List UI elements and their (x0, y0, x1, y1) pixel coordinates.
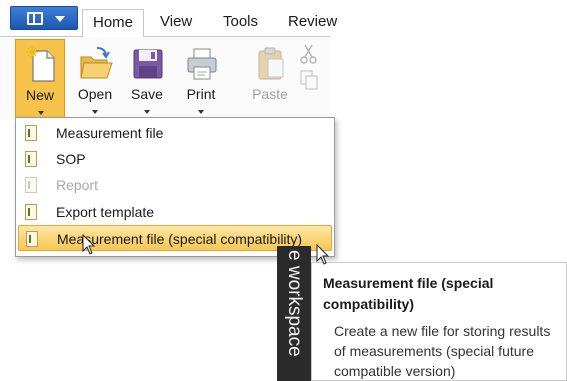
tooltip-title: Measurement file (special compatibility) (323, 275, 494, 312)
tab-tools[interactable]: Tools (213, 9, 268, 37)
menu-item-report[interactable]: Report (18, 172, 332, 198)
measurement-file-icon (25, 125, 37, 141)
tab-view[interactable]: View (150, 9, 202, 37)
measurement-file-icon (26, 231, 38, 247)
copy-icon[interactable] (298, 69, 320, 91)
mouse-pointer-icon (82, 234, 96, 255)
paste-button-label: Paste (252, 86, 288, 102)
open-folder-icon (80, 47, 113, 79)
new-button[interactable]: New (15, 39, 65, 119)
cut-icon[interactable] (298, 43, 320, 65)
open-button[interactable]: Open (70, 39, 120, 119)
save-button[interactable]: Save (122, 39, 172, 119)
menu-item-tooltip: Measurement file (special compatibility)… (311, 262, 567, 381)
new-document-icon (26, 46, 55, 82)
mouse-pointer-icon (316, 244, 330, 265)
menu-item-label: SOP (56, 151, 86, 167)
print-button[interactable]: Print (176, 39, 226, 119)
tab-home[interactable]: Home (82, 9, 145, 37)
paste-button[interactable]: Paste (245, 39, 295, 119)
save-button-label: Save (131, 86, 163, 102)
dropdown-arrow-icon (198, 110, 204, 114)
report-file-icon (25, 177, 37, 193)
ribbon-home-panel: New Open Save Print Paste (0, 36, 330, 120)
workspace-label: e workspace (284, 250, 305, 357)
floppy-disk-icon (133, 49, 163, 79)
dropdown-arrow-icon (92, 110, 98, 114)
chevron-down-icon (55, 16, 65, 22)
menu-item-sop[interactable]: SOP (18, 146, 332, 172)
print-button-label: Print (186, 86, 216, 102)
new-dropdown-menu: Measurement file SOP Report Export templ… (15, 117, 335, 257)
clipboard-paste-icon (258, 47, 284, 80)
application-menu-button[interactable] (10, 6, 78, 30)
printer-icon (187, 48, 217, 80)
menu-item-label: Report (56, 177, 99, 193)
application-menu-icon (27, 12, 43, 25)
new-button-label: New (25, 87, 54, 103)
menu-item-measurement-file[interactable]: Measurement file (18, 120, 332, 146)
export-template-icon (25, 204, 37, 220)
menu-item-label: Measurement file (56, 125, 164, 141)
menu-item-label: Export template (56, 204, 155, 220)
menu-item-export-template[interactable]: Export template (18, 199, 332, 225)
dropdown-arrow-icon (144, 110, 150, 114)
sop-file-icon (25, 151, 37, 167)
dropdown-arrow-icon (38, 111, 44, 115)
open-button-label: Open (77, 86, 113, 102)
workspace-panel: e workspace (277, 246, 311, 381)
tooltip-description: Create a new file for storing results of… (334, 323, 551, 379)
tab-review[interactable]: Review (278, 9, 347, 37)
